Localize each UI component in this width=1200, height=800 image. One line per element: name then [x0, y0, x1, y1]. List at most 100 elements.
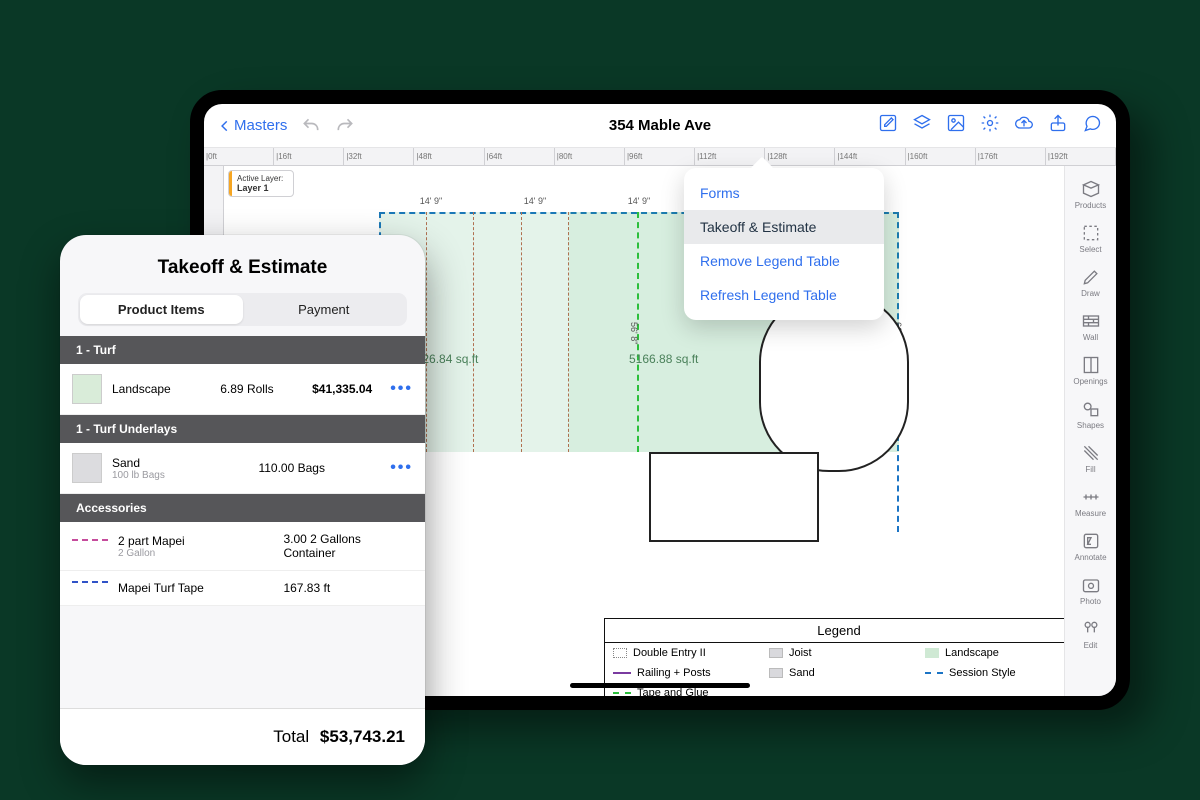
item-price: $41,335.04 — [312, 382, 372, 396]
settings-button[interactable] — [980, 113, 1000, 138]
menu-remove-legend[interactable]: Remove Legend Table — [684, 244, 884, 278]
swatch-icon — [72, 374, 102, 404]
legend-item: Joist — [761, 643, 917, 663]
item-name: Mapei Turf Tape — [118, 581, 273, 595]
item-qty: 3.00 2 Gallons Container — [283, 532, 413, 560]
item-sub: 2 Gallon — [118, 548, 273, 559]
comment-icon — [1082, 113, 1102, 133]
swatch-icon — [72, 539, 108, 553]
layer-heading: Active Layer: — [237, 174, 283, 183]
image-icon — [946, 113, 966, 133]
tool-measure[interactable]: Measure — [1065, 480, 1117, 524]
edit-icon — [1081, 619, 1101, 639]
estimate-title: Takeoff & Estimate — [60, 235, 425, 293]
back-button[interactable]: Masters — [218, 117, 287, 134]
area-b-label: 5166.88 sq.ft — [629, 352, 698, 366]
back-label: Masters — [234, 117, 287, 134]
tool-palette: ProductsSelectDrawWallOpeningsShapesFill… — [1064, 166, 1116, 696]
openings-icon — [1081, 355, 1101, 375]
ruler-tick: |96ft — [625, 148, 695, 165]
image-button[interactable] — [946, 113, 966, 138]
ruler-tick: |48ft — [414, 148, 484, 165]
line-item[interactable]: Landscape 6.89 Rolls $41,335.04 ••• — [60, 364, 425, 415]
legend-title: Legend — [605, 619, 1064, 643]
undo-icon — [301, 116, 321, 136]
swatch-icon — [72, 581, 108, 595]
item-name: Sand — [112, 456, 248, 470]
estimate-total: Total $53,743.21 — [60, 708, 425, 765]
fill-icon — [1081, 443, 1101, 463]
menu-forms[interactable]: Forms — [684, 176, 884, 210]
tool-wall[interactable]: Wall — [1065, 304, 1117, 348]
tool-select[interactable]: Select — [1065, 216, 1117, 260]
cloud-button[interactable] — [1014, 113, 1034, 138]
ruler-tick: |144ft — [835, 148, 905, 165]
legend-item: Landscape — [917, 643, 1064, 663]
tool-draw[interactable]: Draw — [1065, 260, 1117, 304]
section-header: 1 - Turf Underlays — [60, 415, 425, 443]
annotate-icon — [1081, 531, 1101, 551]
gear-icon — [980, 113, 1000, 133]
estimate-panel: Takeoff & Estimate Product Items Payment… — [60, 235, 425, 765]
tool-openings[interactable]: Openings — [1065, 348, 1117, 392]
menu-takeoff[interactable]: Takeoff & Estimate — [684, 210, 884, 244]
section-header: Accessories — [60, 494, 425, 522]
line-item[interactable]: Mapei Turf Tape 167.83 ft — [60, 571, 425, 606]
tab-product-items[interactable]: Product Items — [80, 295, 243, 324]
photo-icon — [1081, 575, 1101, 595]
redo-button[interactable] — [335, 116, 355, 136]
legend-item: Sand — [761, 663, 917, 683]
item-qty: 110.00 Bags — [258, 461, 372, 475]
line-item[interactable]: Sand100 lb Bags110.00 Bags••• — [60, 443, 425, 494]
tool-edit[interactable]: Edit — [1065, 612, 1117, 656]
house-shape[interactable] — [649, 452, 819, 542]
home-indicator — [570, 683, 750, 688]
estimate-body: 1 - Turf Landscape 6.89 Rolls $41,335.04 •••… — [60, 336, 425, 606]
undo-button[interactable] — [301, 116, 321, 136]
ruler-tick: |128ft — [765, 148, 835, 165]
item-name: 2 part Mapei — [118, 534, 273, 548]
total-value: $53,743.21 — [320, 727, 405, 746]
ruler-horizontal: |0ft|16ft|32ft|48ft|64ft|80ft|96ft|112ft… — [204, 148, 1116, 166]
layer-name: Layer 1 — [237, 183, 283, 193]
layers-button[interactable] — [912, 113, 932, 138]
edit-form-button[interactable] — [878, 113, 898, 138]
swatch-icon — [72, 453, 102, 483]
item-qty: 167.83 ft — [283, 581, 413, 595]
more-button[interactable]: ••• — [382, 387, 413, 391]
line-item[interactable]: 2 part Mapei2 Gallon 3.00 2 Gallons Conta… — [60, 522, 425, 571]
legend-item: Session Style — [917, 663, 1064, 683]
menu-refresh-legend[interactable]: Refresh Legend Table — [684, 278, 884, 312]
chevron-left-icon — [218, 119, 232, 133]
tool-photo[interactable]: Photo — [1065, 568, 1117, 612]
comment-button[interactable] — [1082, 113, 1102, 138]
select-icon — [1081, 223, 1101, 243]
active-layer-chip[interactable]: Active Layer: Layer 1 — [228, 170, 294, 197]
tool-products[interactable]: Products — [1065, 172, 1117, 216]
tool-shapes[interactable]: Shapes — [1065, 392, 1117, 436]
cloud-upload-icon — [1014, 113, 1034, 133]
tool-fill[interactable]: Fill — [1065, 436, 1117, 480]
legend-item: Railing + Posts — [605, 663, 761, 683]
section-header: 1 - Turf — [60, 336, 425, 364]
ruler-tick: |176ft — [976, 148, 1046, 165]
shapes-icon — [1081, 399, 1101, 419]
edit-menu-popover: Forms Takeoff & Estimate Remove Legend T… — [684, 168, 884, 320]
layers-icon — [912, 113, 932, 133]
redo-icon — [335, 116, 355, 136]
dim-center: 56' 8" — [629, 322, 639, 344]
more-button[interactable]: ••• — [382, 466, 413, 470]
tool-annotate[interactable]: Annotate — [1065, 524, 1117, 568]
measure-icon — [1081, 487, 1101, 507]
ruler-tick: |192ft — [1046, 148, 1116, 165]
app-toolbar: Masters 354 Mable Ave — [204, 104, 1116, 148]
item-qty: 6.89 Rolls — [220, 382, 302, 396]
ruler-tick: |16ft — [274, 148, 344, 165]
ruler-tick: |160ft — [906, 148, 976, 165]
item-name: Landscape — [112, 382, 210, 396]
tab-payment[interactable]: Payment — [243, 295, 406, 324]
ruler-tick: |80ft — [555, 148, 625, 165]
compose-icon — [878, 113, 898, 133]
share-button[interactable] — [1048, 113, 1068, 138]
share-icon — [1048, 113, 1068, 133]
